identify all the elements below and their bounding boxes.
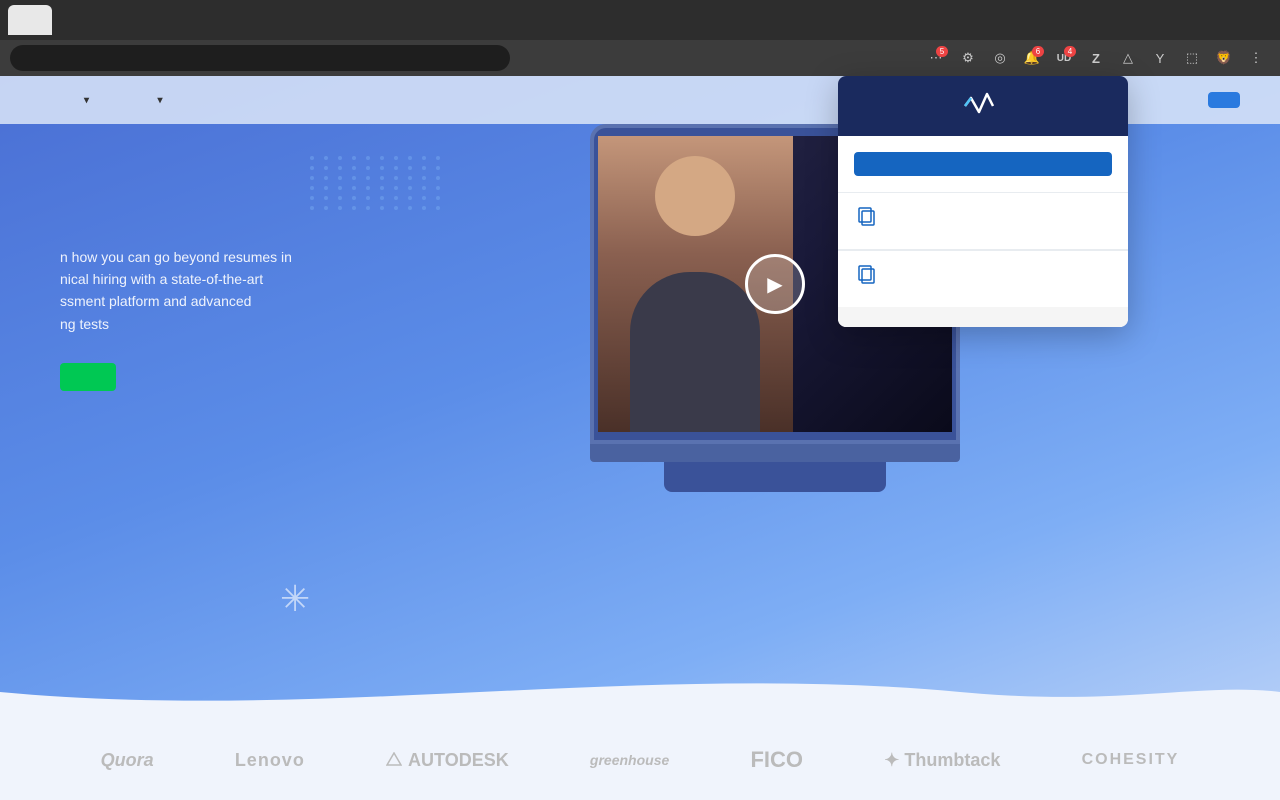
extensions-icon[interactable]: ⋯ 5 [922,44,950,72]
popup-interview-list [838,192,1128,307]
wave-decoration [0,662,1280,722]
create-interview-link-button[interactable] [854,152,1112,176]
interview-item-vtn36[interactable] [838,192,1128,249]
popup-panel [838,76,1128,327]
ublock-icon[interactable]: UD 4 [1050,44,1078,72]
autodesk-logo: AUTODESK [386,750,509,771]
lenovo-logo: Lenovo [235,750,305,771]
interview-item-left [858,207,890,229]
interview-item-left-2 [858,265,890,287]
cohesity-logo: COHESITY [1082,751,1180,769]
nav-products[interactable]: ▾ [80,95,90,106]
thumbtack-logo: ✦ Thumbtack [884,750,1000,771]
laptop-base [590,442,960,462]
request-demo-button[interactable] [60,363,116,391]
play-button[interactable]: ▶ [745,254,805,314]
nav-right [1208,92,1240,108]
interview-item-header-2 [858,265,1108,287]
menu-icon[interactable]: ⋮ [1242,44,1270,72]
laptop-stand [664,462,886,492]
logos-strip: Quora Lenovo AUTODESK greenhouse FICO ✦ … [0,720,1280,800]
hero-description: n how you can go beyond resumes innical … [60,246,380,336]
hero-heading [60,184,410,230]
tab-close-button[interactable] [26,13,40,27]
greenhouse-logo: greenhouse [590,752,669,768]
relay-icon[interactable]: △ [1114,44,1142,72]
nav-links: ▾ ▾ [80,95,195,106]
cast-icon[interactable]: ⬚ [1178,44,1206,72]
address-bar[interactable] [10,45,510,71]
history-icon[interactable]: ◎ [986,44,1014,72]
active-tab[interactable] [8,5,52,35]
codesignal-logo-icon [961,92,997,120]
new-tab-button[interactable] [56,7,82,33]
chevron-down-icon: ▾ [158,95,164,106]
popup-footer [838,307,1128,327]
account-icon[interactable]: Y [1146,44,1174,72]
fico-logo: FICO [750,747,803,773]
interview-item-y6cej[interactable] [838,250,1128,307]
popup-header [838,76,1128,136]
quora-logo: Quora [101,750,154,771]
nav-resources[interactable]: ▾ [154,95,164,106]
browser-toolbar-icons: ⋯ 5 ⚙ ◎ 🔔 6 UD 4 Z △ Y ⬚ 🦁 [922,44,1270,72]
copy-icon [858,207,880,229]
zotero-icon[interactable]: Z [1082,44,1110,72]
expert-button[interactable] [1208,92,1240,108]
settings-icon[interactable]: ⚙ [954,44,982,72]
copy-icon-2 [858,265,880,287]
codesignal-logo [961,92,1005,120]
address-bar-row: ⋯ 5 ⚙ ◎ 🔔 6 UD 4 Z △ Y ⬚ 🦁 [0,40,1280,76]
browser-chrome [0,0,1280,40]
chevron-down-icon: ▾ [84,95,90,106]
brave-icon[interactable]: 🦁 [1210,44,1238,72]
snowflake-decoration: ✳ [280,578,310,620]
tab-bar [8,5,1272,35]
interview-item-header [858,207,1108,229]
notifications-icon[interactable]: 🔔 6 [1018,44,1046,72]
